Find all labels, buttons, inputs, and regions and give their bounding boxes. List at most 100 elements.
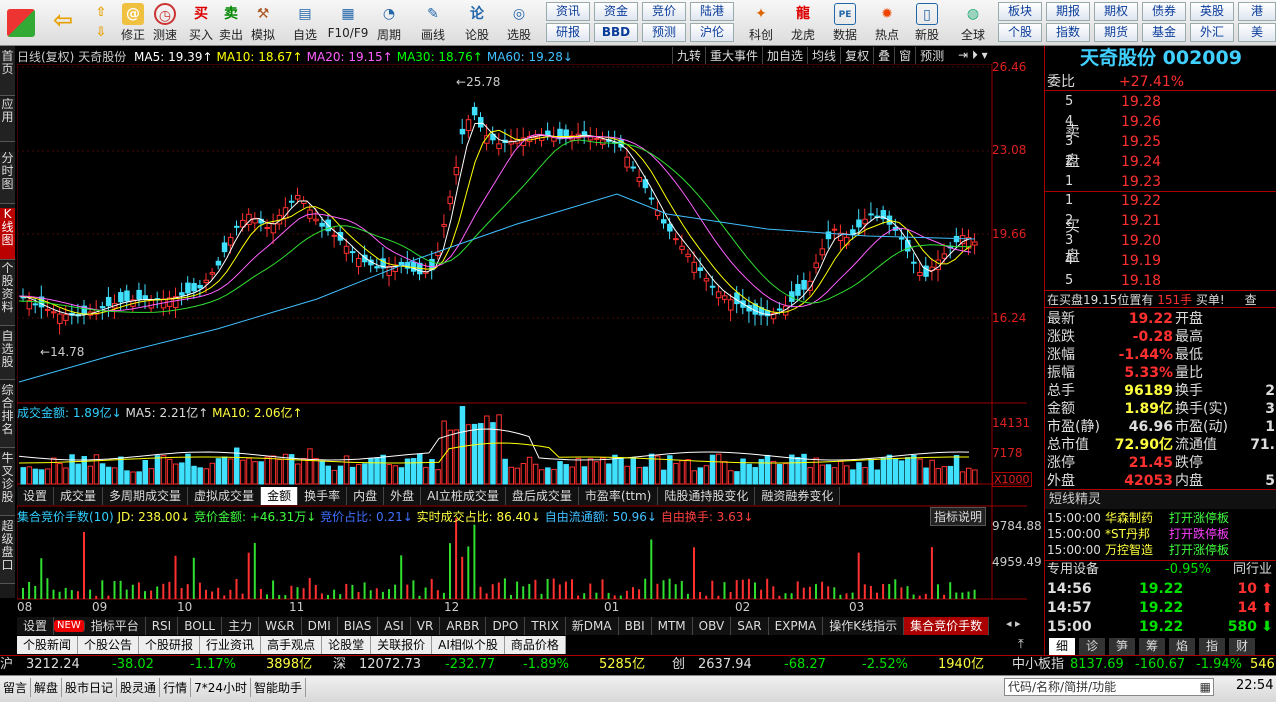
buy-row[interactable]: 3 19.20 [1045,232,1276,250]
detail-tab-2[interactable]: 笋 [1109,638,1135,655]
kline-menu-2[interactable]: 加自选 [762,47,807,64]
quick-btn-4-2[interactable]: 期货 [1094,23,1138,42]
toolbar-mid-2[interactable]: PE 数据 [828,1,862,45]
tabs1-tab-7[interactable]: 外盘 [384,487,422,505]
tabs1-tab-5[interactable]: 换手率 [298,487,348,505]
sell-row[interactable]: 5 19.28 [1045,93,1276,111]
tabs1-tab-1[interactable]: 成交量 [54,487,104,505]
tabs2-tab-13[interactable]: TRIX [525,617,566,635]
toolbar-btn-1[interactable]: ◷ 测速 [148,1,182,45]
tabs1-tab-12[interactable]: 融资融券变化 [755,487,841,505]
back-arrow-icon[interactable]: ⇦ [46,1,80,45]
tabs3-tab-7[interactable]: AI相似个股 [432,636,505,654]
globe-button[interactable]: ◍ 全球 [956,1,990,45]
collapse-icon[interactable]: ⤒ [1018,637,1024,652]
kline-menu-1[interactable]: 重大事件 [705,47,762,64]
tabs2-tab-20[interactable]: 操作K线指示 [823,617,905,635]
tabs2-tab-12[interactable]: DPO [486,617,526,635]
status-item-2[interactable]: 股市日记 [62,678,118,697]
left-tab-watchlist[interactable]: 自选股 [0,330,15,380]
quick-btn-4-0[interactable]: 个股 [998,23,1042,42]
quick-btn-1-0[interactable]: 资讯 [546,2,590,21]
tabs3-tab-3[interactable]: 行业资讯 [200,636,262,654]
tabs2-tab-8[interactable]: BIAS [338,617,379,635]
quick-btn-3-3[interactable]: 债券 [1142,2,1186,21]
short-row[interactable]: 15:00:00 华森制药 打开涨停板 [1045,510,1276,526]
left-tab-intraday[interactable]: 分时图 [0,152,15,204]
tabs2-tab-7[interactable]: DMI [302,617,338,635]
tabs1-tab-2[interactable]: 多周期成交量 [103,487,189,505]
left-tab-kline[interactable]: K线图 [0,208,15,260]
tabs2-tab-15[interactable]: BBI [619,617,652,635]
status-item-5[interactable]: 7*24小时 [191,678,251,697]
tabs1-tab-8[interactable]: AI立桩成交量 [421,487,506,505]
status-item-6[interactable]: 智能助手 [251,678,306,697]
toolbar-btn-8[interactable]: ✎ 画线 [416,1,450,45]
tabs2-tab-18[interactable]: SAR [731,617,769,635]
status-item-0[interactable]: 留言 [0,678,32,697]
tabs2-tab-16[interactable]: MTM [652,617,693,635]
indicator-explain-button[interactable]: 指标说明 [930,507,987,526]
tabs2-tab-17[interactable]: OBV [693,617,732,635]
left-tab-home[interactable]: 首页 [0,50,15,96]
detail-tab-4[interactable]: 焰 [1169,638,1195,655]
tabs1-tab-0[interactable]: 设置 [17,487,55,505]
status-item-1[interactable]: 解盘 [31,678,63,697]
tabs1-tab-9[interactable]: 盘后成交量 [506,487,579,505]
tabs3-tab-6[interactable]: 关联报价 [371,636,433,654]
tabs1-tab-10[interactable]: 市盈率(ttm) [579,487,659,505]
quick-btn-1-2[interactable]: 竞价 [642,2,686,21]
toolbar-btn-9[interactable]: 论论股 [460,1,494,45]
tabs2-tab-3[interactable]: RSI [146,617,179,635]
toolbar-btn-4[interactable]: ⚒ 模拟 [246,1,280,45]
buy-row[interactable]: 2 19.21 [1045,212,1276,230]
tabs2-tab-2[interactable]: 指标平台 [85,617,146,635]
kline-menu-3[interactable]: 均线 [807,47,840,64]
detail-tab-3[interactable]: 筹 [1139,638,1165,655]
kline-chart[interactable] [17,64,1027,674]
tabs1-tab-11[interactable]: 陆股通持股变化 [658,487,756,505]
toolbar-mid-4[interactable]: ▯ 新股 [910,1,944,45]
toolbar-btn-0[interactable]: @ 修正 [116,1,150,45]
buy-row[interactable]: 1 19.22 [1045,192,1276,210]
tabs2-tab-9[interactable]: ASI [378,617,411,635]
tabs1-tab-4[interactable]: 金额 [261,487,299,505]
window-controls[interactable]: ⇥ ⏵ ▾ [958,48,988,63]
tabs2-tab-1[interactable]: NEW [54,620,85,632]
tabs2-tab-14[interactable]: 新DMA [566,617,619,635]
short-row[interactable]: 15:00:00 万控智造 打开涨停板 [1045,542,1276,558]
buy-row[interactable]: 5 19.18 [1045,272,1276,290]
toolbar-btn-6[interactable]: ▦ F10/F9 [326,1,370,45]
detail-tab-5[interactable]: 指 [1199,638,1225,655]
sell-row[interactable]: 2 19.24 [1045,153,1276,171]
notice-link[interactable]: 查 [1245,293,1257,307]
detail-tab-6[interactable]: 财 [1229,638,1255,655]
tabs3-tab-2[interactable]: 个股研报 [139,636,201,654]
code-search-input[interactable]: 代码/名称/简拼/功能 ▦ [1004,678,1214,696]
left-tab-apps[interactable]: 应用 [0,98,15,142]
tabs2-tab-21[interactable]: 集合竞价手数 [904,617,990,635]
tabs2-tab-0[interactable]: 设置 [17,617,55,635]
quick-btn-4-4[interactable]: 外汇 [1190,23,1234,42]
index-name[interactable]: 深 [333,656,346,674]
toolbar-mid-3[interactable]: ✹ 热点 [870,1,904,45]
toolbar-mid-1[interactable]: 龍龙虎 [786,1,820,45]
quick-btn-4-5[interactable]: 美 [1238,23,1276,42]
app-logo-icon[interactable] [4,1,38,45]
kline-menu-6[interactable]: 窗 [894,47,915,64]
quick-btn-4-1[interactable]: 指数 [1046,23,1090,42]
quick-btn-1-3[interactable]: 陆港 [690,2,734,21]
index-name[interactable]: 创 [672,656,685,674]
sell-row[interactable]: 3 19.25 [1045,133,1276,151]
smallboard-name[interactable]: 中小板指 [1012,656,1064,674]
toolbar-btn-3[interactable]: 卖卖出 [214,1,248,45]
tabs1-tab-3[interactable]: 虚拟成交量 [188,487,262,505]
quick-btn-2-0[interactable]: 研报 [546,23,590,42]
detail-tab-1[interactable]: 诊 [1079,638,1105,655]
quick-btn-3-1[interactable]: 期报 [1046,2,1090,21]
kline-menu-7[interactable]: 预测 [915,47,948,64]
kline-menu-5[interactable]: 叠 [873,47,894,64]
tabs2-tab-4[interactable]: BOLL [178,617,223,635]
tabs2-tab-6[interactable]: W&R [259,617,302,635]
tab-scroll-arrows[interactable]: ◂ ▸ [1006,617,1021,630]
